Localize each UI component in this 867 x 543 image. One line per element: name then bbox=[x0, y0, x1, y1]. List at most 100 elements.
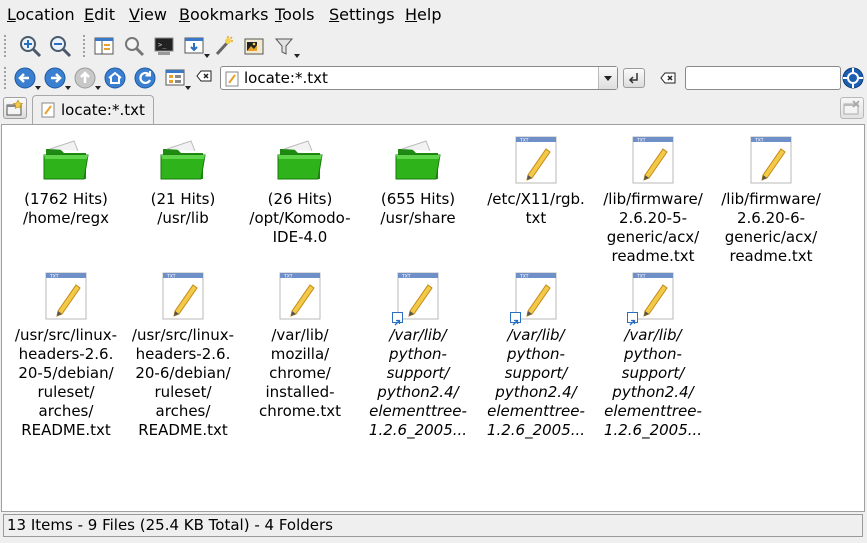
folder-item[interactable]: (26 Hits) /opt/Komodo- IDE-4.0 bbox=[242, 135, 358, 247]
zoom-in-button[interactable] bbox=[17, 33, 43, 59]
file-item[interactable]: TXT/usr/src/linux- headers-2.6. 20-5/deb… bbox=[8, 271, 124, 440]
folder-item[interactable]: (1762 Hits) /home/regx bbox=[8, 135, 124, 228]
view-mode-button[interactable] bbox=[181, 33, 210, 59]
reload-button[interactable] bbox=[132, 65, 158, 91]
menu-bookmarks[interactable]: Bookmarks bbox=[179, 5, 268, 24]
search-engine-button[interactable] bbox=[841, 66, 865, 90]
folder-icon bbox=[43, 140, 89, 180]
filter-button[interactable] bbox=[271, 33, 300, 59]
item-label: /var/lib/ python- support/ python2.4/ el… bbox=[368, 326, 468, 439]
search-engine-icon bbox=[842, 67, 864, 89]
item-icon: TXT bbox=[627, 135, 679, 187]
status-text: 13 Items - 9 Files (25.4 KB Total) - 4 F… bbox=[7, 516, 333, 534]
split-view-button[interactable] bbox=[91, 33, 117, 59]
back-button[interactable] bbox=[12, 65, 41, 91]
text-file-icon: TXT bbox=[632, 136, 674, 184]
file-item[interactable]: TXT/etc/X11/rgb. txt bbox=[478, 135, 594, 228]
back-icon bbox=[14, 67, 36, 89]
home-button[interactable] bbox=[102, 65, 128, 91]
tab-bar: locate:*.txt bbox=[0, 94, 867, 124]
symlink-icon bbox=[392, 312, 403, 326]
item-label: /var/lib/ mozilla/ chrome/ installed- ch… bbox=[258, 326, 342, 420]
file-item[interactable]: TXT/lib/firmware/ 2.6.20-6- generic/acx/… bbox=[713, 135, 829, 266]
view-button[interactable] bbox=[162, 65, 191, 91]
toolbar-handle[interactable] bbox=[3, 34, 7, 58]
text-file-icon: TXT bbox=[162, 272, 204, 320]
svg-text:TXT: TXT bbox=[283, 274, 293, 280]
item-icon: TXT bbox=[40, 271, 92, 323]
item-icon bbox=[274, 135, 326, 187]
tab-locate-txt[interactable]: locate:*.txt bbox=[32, 95, 154, 124]
forward-button[interactable] bbox=[42, 65, 71, 91]
view-mode-icon bbox=[184, 37, 204, 54]
image-gallery-button[interactable] bbox=[241, 33, 267, 59]
search-bar[interactable] bbox=[685, 66, 841, 90]
item-icon: TXT bbox=[510, 135, 562, 187]
clear-location-icon[interactable] bbox=[196, 70, 212, 82]
folder-item[interactable]: (21 Hits) /usr/lib bbox=[125, 135, 241, 228]
location-input[interactable]: locate:*.txt bbox=[244, 69, 328, 87]
svg-text:TXT: TXT bbox=[636, 274, 646, 280]
home-icon bbox=[104, 67, 126, 89]
menu-edit[interactable]: Edit bbox=[84, 5, 115, 24]
menu-tools[interactable]: Tools bbox=[275, 5, 314, 24]
menu-help[interactable]: Help bbox=[405, 5, 441, 24]
zoom-out-button[interactable] bbox=[47, 33, 73, 59]
file-item[interactable]: TXT/var/lib/ python- support/ python2.4/… bbox=[478, 271, 594, 440]
main-toolbar: >_ bbox=[0, 30, 867, 62]
close-tab-button[interactable] bbox=[840, 97, 864, 119]
item-icon bbox=[40, 135, 92, 187]
item-icon bbox=[157, 135, 209, 187]
item-label: /lib/firmware/ 2.6.20-6- generic/acx/ re… bbox=[721, 190, 821, 265]
enter-icon bbox=[628, 73, 638, 84]
up-icon bbox=[74, 67, 96, 89]
file-item[interactable]: TXT/usr/src/linux- headers-2.6. 20-6/deb… bbox=[125, 271, 241, 440]
file-item[interactable]: TXT/lib/firmware/ 2.6.20-5- generic/acx/… bbox=[595, 135, 711, 266]
item-label: (26 Hits) /opt/Komodo- IDE-4.0 bbox=[249, 190, 351, 246]
item-label: (1762 Hits) /home/regx bbox=[22, 190, 110, 227]
menu-settings[interactable]: Settings bbox=[329, 5, 395, 24]
go-button[interactable] bbox=[623, 68, 645, 88]
item-label: /usr/src/linux- headers-2.6. 20-6/debian… bbox=[131, 326, 235, 439]
find-button[interactable] bbox=[121, 33, 147, 59]
location-bar[interactable]: locate:*.txt bbox=[220, 66, 618, 90]
location-history-dropdown[interactable] bbox=[598, 67, 617, 89]
text-file-icon: TXT bbox=[750, 136, 792, 184]
menubar: Location Edit View Bookmarks Tools Setti… bbox=[0, 0, 867, 30]
folder-icon bbox=[395, 140, 441, 180]
file-item[interactable]: TXT/var/lib/ python- support/ python2.4/… bbox=[595, 271, 711, 440]
tab-label: locate:*.txt bbox=[61, 101, 145, 119]
folder-item[interactable]: (655 Hits) /usr/share bbox=[360, 135, 476, 228]
file-view[interactable]: (1762 Hits) /home/regx (21 Hits) /usr/lib… bbox=[1, 124, 865, 512]
menu-location[interactable]: Location bbox=[7, 5, 75, 24]
wand-button[interactable] bbox=[211, 33, 237, 59]
new-tab-button[interactable] bbox=[3, 97, 27, 119]
terminal-button[interactable]: >_ bbox=[151, 33, 177, 59]
symlink-icon bbox=[510, 312, 521, 326]
split-view-icon bbox=[94, 37, 114, 55]
view-icon bbox=[165, 69, 185, 86]
text-document-icon bbox=[41, 102, 55, 118]
text-file-icon: TXT bbox=[515, 136, 557, 184]
up-button[interactable] bbox=[72, 65, 101, 91]
forward-icon bbox=[44, 67, 66, 89]
toolbar-handle[interactable] bbox=[3, 66, 7, 90]
item-icon: TXT bbox=[627, 271, 679, 326]
svg-text:>_: >_ bbox=[158, 41, 167, 49]
folder-icon bbox=[160, 140, 206, 180]
item-label: /var/lib/ python- support/ python2.4/ el… bbox=[486, 326, 586, 439]
symlink-icon bbox=[627, 312, 638, 326]
clear-search-icon[interactable] bbox=[660, 72, 676, 84]
item-label: (655 Hits) /usr/share bbox=[380, 190, 456, 227]
svg-text:TXT: TXT bbox=[754, 138, 764, 144]
folder-icon bbox=[277, 140, 323, 180]
item-icon: TXT bbox=[510, 271, 562, 326]
image-gallery-icon bbox=[244, 38, 264, 55]
item-label: /lib/firmware/ 2.6.20-5- generic/acx/ re… bbox=[603, 190, 703, 265]
file-item[interactable]: TXT/var/lib/ python- support/ python2.4/… bbox=[360, 271, 476, 440]
svg-text:TXT: TXT bbox=[519, 274, 529, 280]
filter-icon bbox=[274, 38, 294, 55]
file-item[interactable]: TXT/var/lib/ mozilla/ chrome/ installed-… bbox=[242, 271, 358, 421]
status-bar: 13 Items - 9 Files (25.4 KB Total) - 4 F… bbox=[3, 514, 863, 537]
menu-view[interactable]: View bbox=[129, 5, 167, 24]
